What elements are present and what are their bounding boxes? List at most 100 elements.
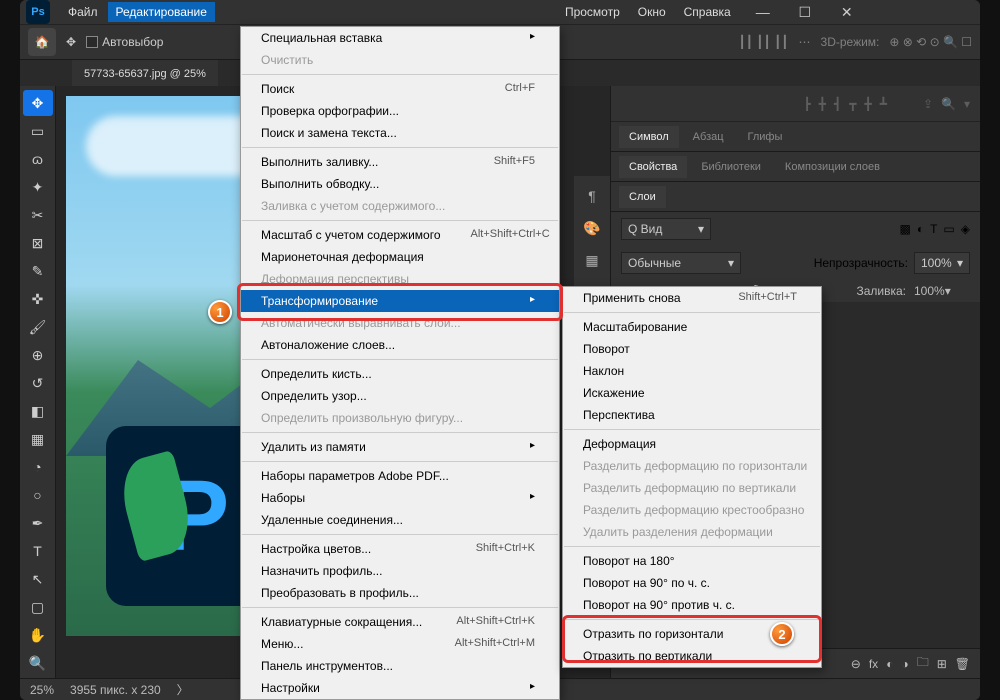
marquee-tool[interactable]: ▭ <box>23 118 53 144</box>
shape-tool[interactable]: ▢ <box>23 594 53 620</box>
minimize-button[interactable]: — <box>743 0 783 27</box>
menu-color-settings[interactable]: Настройка цветов...Shift+Ctrl+K <box>241 538 559 560</box>
menu-scale[interactable]: Масштабирование <box>563 316 821 338</box>
menu-flip-vertical[interactable]: Отразить по вертикали <box>563 645 821 667</box>
menu-spell[interactable]: Проверка орфографии... <box>241 100 559 122</box>
layer-kind-select[interactable]: Q Вид▾ <box>621 218 711 240</box>
menu-define-pattern[interactable]: Определить узор... <box>241 385 559 407</box>
filter-icon[interactable]: ▭ <box>943 222 954 236</box>
align-icon[interactable]: ┫ <box>834 97 841 111</box>
tab-symbol[interactable]: Символ <box>619 126 679 148</box>
menu-shortcuts[interactable]: Клавиатурные сокращения...Alt+Shift+Ctrl… <box>241 611 559 633</box>
zoom-tool[interactable]: 🔍 <box>23 650 53 676</box>
opacity-input[interactable]: 100%▾ <box>914 252 970 274</box>
menu-assign-profile[interactable]: Назначить профиль... <box>241 560 559 582</box>
heal-tool[interactable]: ✜ <box>23 286 53 312</box>
close-button[interactable]: ✕ <box>827 0 867 27</box>
pen-tool[interactable]: ✒ <box>23 510 53 536</box>
menu-prefs[interactable]: Настройки▸ <box>241 677 559 699</box>
menu-search[interactable]: ПоискCtrl+F <box>241 78 559 100</box>
fx-icon[interactable]: fx <box>869 657 878 671</box>
adjustment-icon[interactable]: ◑ <box>901 657 908 671</box>
menu-convert-profile[interactable]: Преобразовать в профиль... <box>241 582 559 604</box>
menu-stroke[interactable]: Выполнить обводку... <box>241 173 559 195</box>
zoom-level[interactable]: 25% <box>30 683 54 697</box>
menu-purge[interactable]: Удалить из памяти▸ <box>241 436 559 458</box>
blend-mode-select[interactable]: Обычные▾ <box>621 252 741 274</box>
history-brush-tool[interactable]: ↺ <box>23 370 53 396</box>
menu-rotate-180[interactable]: Поворот на 180° <box>563 550 821 572</box>
stamp-tool[interactable]: ⊕ <box>23 342 53 368</box>
tab-properties[interactable]: Свойства <box>619 156 687 178</box>
menu-define-brush[interactable]: Определить кисть... <box>241 363 559 385</box>
move-tool[interactable]: ✥ <box>23 90 53 116</box>
mask-icon[interactable]: ◐ <box>886 657 893 671</box>
menu-toolbar[interactable]: Панель инструментов... <box>241 655 559 677</box>
wand-tool[interactable]: ✦ <box>23 174 53 200</box>
align-icon[interactable]: ╋ <box>864 97 871 111</box>
menu-file[interactable]: Файл <box>60 2 106 22</box>
tab-layercomps[interactable]: Композиции слоев <box>775 156 890 178</box>
tab-paragraph[interactable]: Абзац <box>683 126 734 148</box>
tab-libraries[interactable]: Библиотеки <box>691 156 771 178</box>
path-tool[interactable]: ↖ <box>23 566 53 592</box>
menu-transform[interactable]: Трансформирование▸ <box>241 290 559 312</box>
tab-layers[interactable]: Слои <box>619 186 666 208</box>
menu-pdf-presets[interactable]: Наборы параметров Adobe PDF... <box>241 465 559 487</box>
menu-warp[interactable]: Деформация <box>563 433 821 455</box>
filter-icon[interactable]: T <box>930 222 937 236</box>
menu-content-scale[interactable]: Масштаб с учетом содержимогоAlt+Shift+Ct… <box>241 224 559 246</box>
filter-icon[interactable]: ◈ <box>961 222 970 236</box>
menu-presets[interactable]: Наборы▸ <box>241 487 559 509</box>
menu-edit[interactable]: Редактирование <box>108 2 215 22</box>
eraser-tool[interactable]: ◧ <box>23 398 53 424</box>
panel-icon-b[interactable]: 🎨 <box>580 216 604 240</box>
menu-view[interactable]: Просмотр <box>557 2 628 22</box>
menu-menus[interactable]: Меню...Alt+Shift+Ctrl+M <box>241 633 559 655</box>
crop-tool[interactable]: ✂ <box>23 202 53 228</box>
align-icon[interactable]: ┳ <box>849 97 856 111</box>
fill-input[interactable]: 100%▾ <box>914 284 970 298</box>
menu-find-replace[interactable]: Поиск и замена текста... <box>241 122 559 144</box>
menu-fill[interactable]: Выполнить заливку...Shift+F5 <box>241 151 559 173</box>
menu-window[interactable]: Окно <box>630 2 674 22</box>
gradient-tool[interactable]: ▦ <box>23 426 53 452</box>
maximize-button[interactable]: ☐ <box>785 0 825 27</box>
panel-icon-a[interactable]: ¶ <box>580 184 604 208</box>
menu-paste-special[interactable]: Специальная вставка▸ <box>241 27 559 49</box>
lasso-tool[interactable]: ɷ <box>23 146 53 172</box>
menu-rotate[interactable]: Поворот <box>563 338 821 360</box>
filter-icon[interactable]: ▩ <box>899 222 910 236</box>
brush-tool[interactable]: 🖌 <box>23 314 53 340</box>
menu-help[interactable]: Справка <box>676 2 739 22</box>
align-icon[interactable]: ╋ <box>819 97 826 111</box>
blur-tool[interactable]: ◔ <box>23 454 53 480</box>
share-icon[interactable]: ⇪ <box>923 97 933 111</box>
folder-icon[interactable]: 🗀 <box>917 653 929 674</box>
dodge-tool[interactable]: ○ <box>23 482 53 508</box>
menu-transform-again[interactable]: Применить сноваShift+Ctrl+T <box>563 287 821 309</box>
align-icon[interactable]: ┻ <box>880 97 887 111</box>
document-tab[interactable]: 57733-65637.jpg @ 25% <box>72 60 218 86</box>
menu-distort[interactable]: Искажение <box>563 382 821 404</box>
menu-skew[interactable]: Наклон <box>563 360 821 382</box>
home-button[interactable]: 🏠 <box>28 28 56 56</box>
type-tool[interactable]: T <box>23 538 53 564</box>
tab-glyphs[interactable]: Глифы <box>738 126 793 148</box>
new-layer-icon[interactable]: ⊞ <box>937 657 947 671</box>
hand-tool[interactable]: ✋ <box>23 622 53 648</box>
align-icon[interactable]: ┣ <box>804 97 811 111</box>
frame-tool[interactable]: ⊠ <box>23 230 53 256</box>
filter-icon[interactable]: ◐ <box>917 222 924 236</box>
eyedropper-tool[interactable]: ✎ <box>23 258 53 284</box>
menu-perspective[interactable]: Перспектива <box>563 404 821 426</box>
menu-rotate-90ccw[interactable]: Поворот на 90° против ч. с. <box>563 594 821 616</box>
menu-rotate-90cw[interactable]: Поворот на 90° по ч. с. <box>563 572 821 594</box>
panel-icon-c[interactable]: ▦ <box>580 248 604 272</box>
search-icon[interactable]: 🔍 <box>941 97 956 111</box>
trash-icon[interactable]: 🗑 <box>955 657 970 671</box>
auto-select-checkbox[interactable]: Автовыбор <box>86 35 163 49</box>
link-layers-icon[interactable]: ⊖ <box>851 657 861 671</box>
menu-puppet-warp[interactable]: Марионеточная деформация <box>241 246 559 268</box>
move-tool-icon[interactable]: ✥ <box>66 35 76 49</box>
